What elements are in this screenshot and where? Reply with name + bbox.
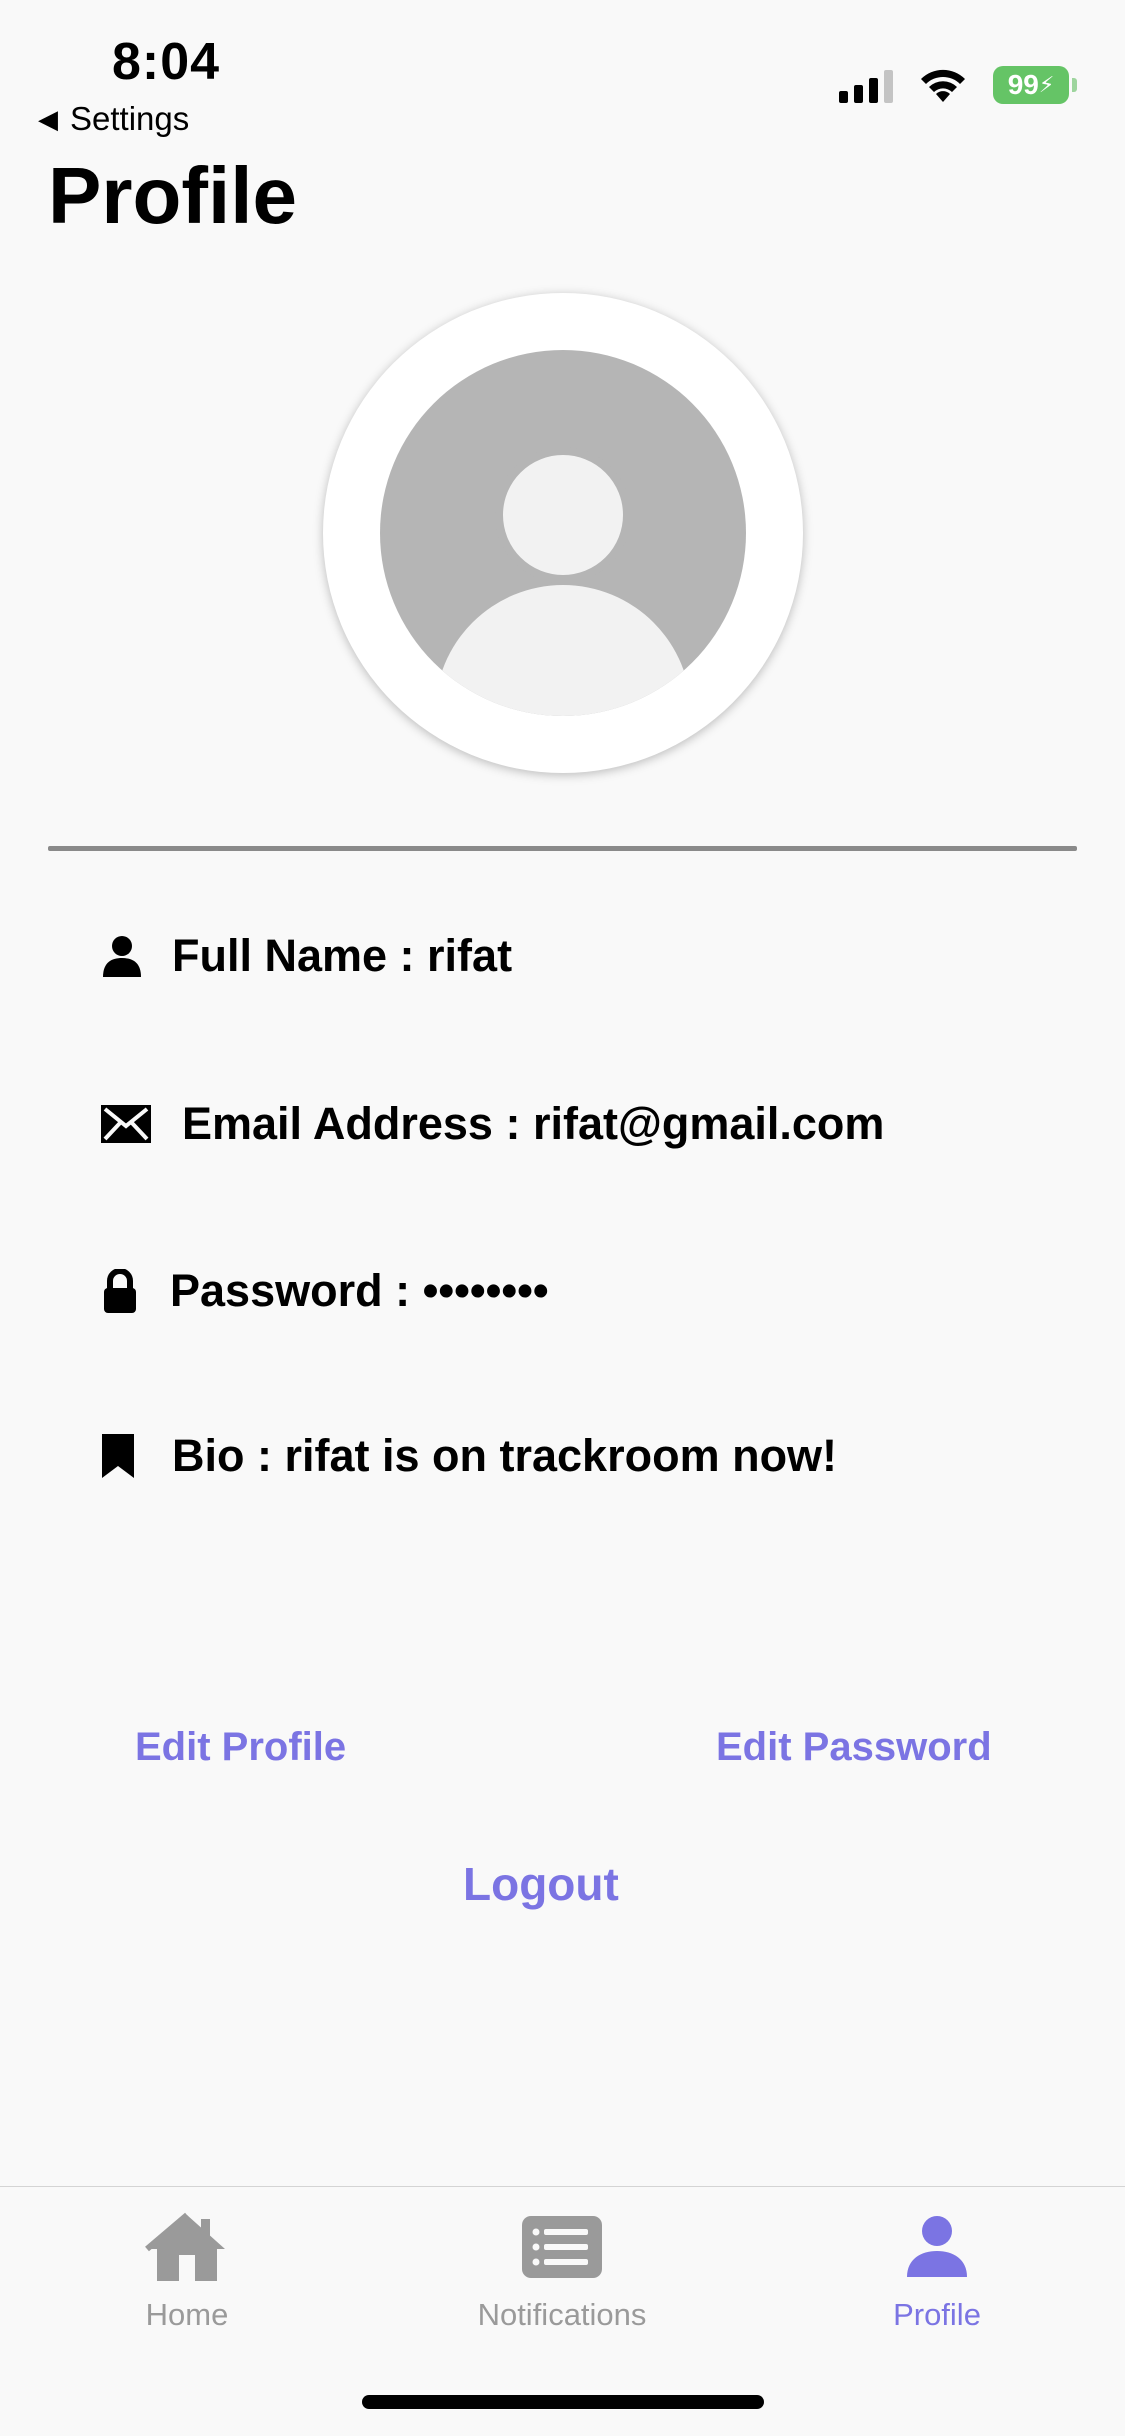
email-text: Email Address : rifat@gmail.com — [182, 1098, 885, 1149]
edit-profile-button[interactable]: Edit Profile — [135, 1725, 346, 1770]
profile-screen: 8:04 ◀ Settings 99 ⚡ Profile Full Name:… — [0, 0, 1125, 2436]
tab-home-label: Home — [145, 2297, 229, 2332]
person-icon — [905, 2205, 969, 2289]
tab-home[interactable]: Home — [57, 2205, 317, 2333]
wifi-icon — [921, 69, 965, 102]
password-row: Password : •••••••• — [100, 1265, 549, 1317]
person-icon — [100, 934, 144, 978]
tab-notifications[interactable]: Notifications — [432, 2205, 692, 2333]
battery-level: 99 — [1007, 69, 1039, 100]
full-name-row: Full Name : rifat — [100, 930, 512, 982]
status-time: 8:04 — [112, 33, 221, 91]
full-name-text: Full Name : rifat — [172, 930, 513, 981]
list-icon — [520, 2205, 604, 2289]
logout-button[interactable]: Logout — [463, 1857, 619, 1911]
tab-profile[interactable]: Profile — [807, 2205, 1067, 2333]
back-label: Settings — [70, 100, 190, 137]
envelope-icon — [100, 1104, 152, 1144]
password-text: Password : •••••••• — [170, 1265, 549, 1316]
battery-icon: 99 ⚡ — [993, 66, 1077, 104]
edit-password-button[interactable]: Edit Password — [716, 1725, 992, 1770]
back-to-settings-link[interactable]: ◀ Settings — [38, 100, 189, 138]
bookmark-icon — [100, 1432, 136, 1480]
avatar[interactable] — [323, 293, 803, 773]
email-row: Email Address : rifat@gmail.com — [100, 1098, 884, 1150]
cellular-signal-icon — [839, 67, 893, 103]
page-title: Profile — [48, 151, 297, 240]
bio-text: Bio : rifat is on trackroom now! — [172, 1430, 838, 1481]
divider — [48, 846, 1077, 851]
home-indicator[interactable] — [362, 2395, 764, 2409]
tab-notifications-label: Notifications — [477, 2297, 647, 2332]
tab-profile-label: Profile — [893, 2297, 981, 2332]
lock-icon — [100, 1269, 140, 1313]
bio-row: Bio : rifat is on trackroom now! — [100, 1430, 837, 1482]
back-arrow-icon: ◀ — [38, 103, 58, 134]
person-placeholder-icon — [380, 350, 746, 716]
home-icon — [145, 2205, 229, 2289]
status-icons: 99 ⚡ — [839, 66, 1077, 104]
